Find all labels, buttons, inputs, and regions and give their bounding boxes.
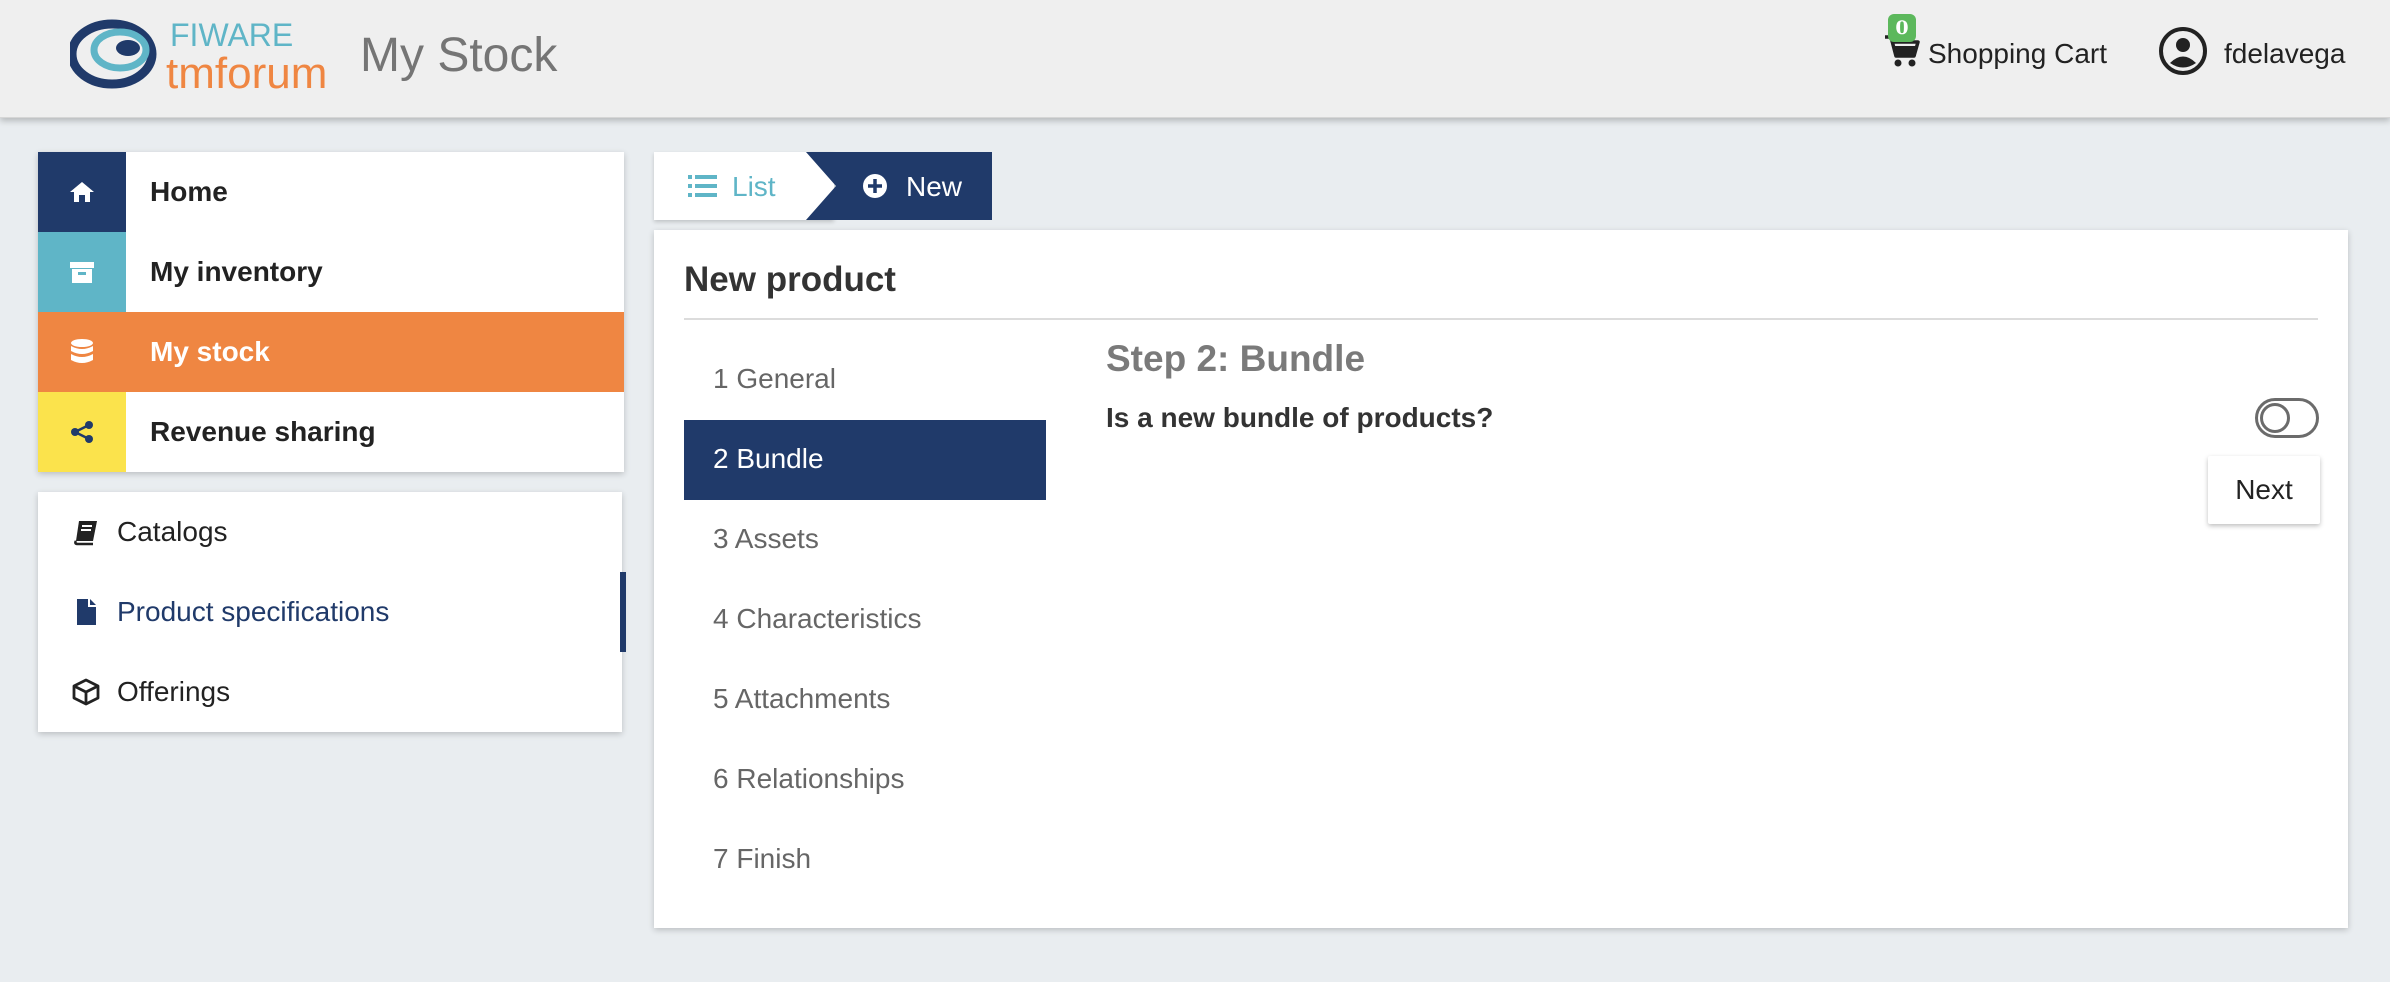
- fiware-tmforum-logo[interactable]: FIWARE tmforum: [70, 14, 342, 94]
- bundle-toggle[interactable]: [2255, 398, 2319, 438]
- nav-item-label: Home: [150, 176, 228, 207]
- sub-nav: Catalogs Product specifications Offering…: [38, 492, 622, 732]
- svg-text:tmforum: tmforum: [166, 49, 327, 94]
- active-indicator: [620, 572, 626, 652]
- tab-new-label: New: [906, 171, 963, 202]
- nav-item-home[interactable]: Home: [38, 152, 624, 232]
- wizard-step-bundle[interactable]: 2 Bundle: [684, 420, 1046, 500]
- bundle-question-label: Is a new bundle of products?: [1106, 402, 1494, 433]
- step-label: 4 Characteristics: [713, 603, 922, 634]
- step-label: 2 Bundle: [713, 443, 824, 474]
- step-label: 1 General: [713, 363, 836, 394]
- home-icon: [38, 152, 126, 232]
- wizard-step-attachments[interactable]: 5 Attachments: [684, 660, 1046, 740]
- shopping-cart-label: Shopping Cart: [1928, 38, 2108, 69]
- plus-circle-icon: [863, 174, 887, 198]
- step-heading: Step 2: Bundle: [1106, 338, 1366, 379]
- next-button[interactable]: Next: [2208, 456, 2320, 524]
- wizard-steps: 1 General 2 Bundle 3 Assets 4 Characteri…: [684, 340, 1046, 900]
- archive-icon: [38, 232, 126, 312]
- user-menu[interactable]: fdelavega: [2158, 22, 2378, 82]
- cube-icon: [72, 678, 100, 706]
- cart-count-badge: 0: [1888, 14, 1916, 42]
- book-icon: [74, 521, 97, 546]
- database-icon: [38, 312, 126, 392]
- sub-nav-item-offerings[interactable]: Offerings: [38, 652, 622, 732]
- sub-nav-item-product-specifications[interactable]: Product specifications: [38, 572, 622, 652]
- wizard-step-finish[interactable]: 7 Finish: [684, 820, 1046, 900]
- list-icon: [688, 175, 717, 197]
- toggle-knob: [2260, 403, 2290, 433]
- sub-nav-item-catalogs[interactable]: Catalogs: [38, 492, 622, 572]
- sub-nav-label: Product specifications: [117, 596, 390, 627]
- top-header: FIWARE tmforum My Stock 0 Shopping Cart …: [0, 0, 2390, 118]
- username: fdelavega: [2224, 38, 2346, 69]
- view-tabs: List New: [654, 152, 994, 220]
- svg-text:FIWARE: FIWARE: [170, 17, 293, 53]
- step-label: 6 Relationships: [713, 763, 905, 794]
- shopping-cart-button[interactable]: 0 Shopping Cart: [1880, 14, 2120, 82]
- user-avatar-icon: [2159, 27, 2207, 75]
- step-label: 5 Attachments: [713, 683, 891, 714]
- wizard-step-assets[interactable]: 3 Assets: [684, 500, 1046, 580]
- nav-item-label: Revenue sharing: [150, 416, 376, 447]
- share-icon: [38, 392, 126, 472]
- nav-item-label: My stock: [150, 336, 270, 367]
- wizard-step-characteristics[interactable]: 4 Characteristics: [684, 580, 1046, 660]
- step-label: 3 Assets: [713, 523, 819, 554]
- card-title: New product: [684, 260, 896, 299]
- nav-item-my-stock[interactable]: My stock: [38, 312, 624, 392]
- wizard-step-relationships[interactable]: 6 Relationships: [684, 740, 1046, 820]
- nav-item-revenue-sharing[interactable]: Revenue sharing: [38, 392, 624, 472]
- main-nav: Home My inventory My stock Revenue shari…: [38, 152, 624, 472]
- sub-nav-label: Offerings: [117, 676, 231, 707]
- tab-list[interactable]: List: [654, 152, 834, 220]
- nav-item-my-inventory[interactable]: My inventory: [38, 232, 624, 312]
- divider: [684, 318, 2318, 320]
- app-title: My Stock: [360, 29, 558, 82]
- step-label: 7 Finish: [713, 843, 812, 874]
- file-icon: [77, 599, 96, 625]
- sub-nav-label: Catalogs: [117, 516, 228, 547]
- nav-item-label: My inventory: [150, 256, 323, 287]
- wizard-step-general[interactable]: 1 General: [684, 340, 1046, 420]
- new-product-card: New product 1 General 2 Bundle 3 Assets …: [654, 230, 2348, 928]
- tab-list-label: List: [732, 171, 776, 202]
